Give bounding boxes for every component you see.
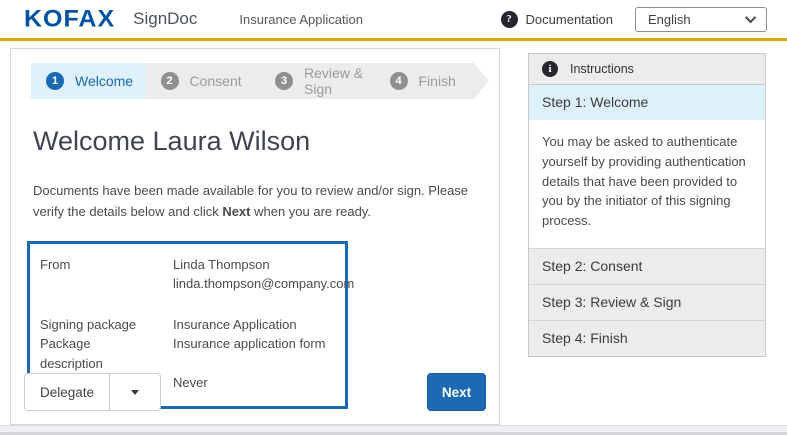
accordion-step4-finish[interactable]: Step 4: Finish bbox=[529, 320, 765, 356]
product-name: SignDoc bbox=[133, 9, 197, 29]
instructions-header: i Instructions bbox=[528, 53, 766, 85]
documentation-link[interactable]: ? Documentation bbox=[501, 11, 613, 28]
detail-row-signing-package: Signing package Insurance Application bbox=[40, 315, 339, 335]
language-select[interactable]: English bbox=[635, 7, 767, 32]
header-package-title: Insurance Application bbox=[239, 12, 363, 27]
delegate-button[interactable]: Delegate bbox=[24, 373, 110, 411]
wizard-step-label: Consent bbox=[190, 73, 242, 89]
instructions-sidebar: i Instructions Step 1: Welcome You may b… bbox=[528, 53, 766, 357]
wizard-step-label: Welcome bbox=[75, 73, 133, 89]
step-number-badge: 2 bbox=[161, 72, 179, 90]
sender-email: linda.thompson@company.com bbox=[173, 274, 354, 294]
signing-main-panel: 1 Welcome 2 Consent 3 Review & Sign 4 Fi… bbox=[10, 48, 500, 425]
accordion-step1-body: You may be asked to authenticate yoursel… bbox=[529, 120, 765, 248]
detail-spacer bbox=[40, 294, 339, 315]
footer-strip bbox=[0, 425, 787, 435]
detail-value: Linda Thompson linda.thompson@company.co… bbox=[173, 255, 354, 294]
instructions-title: Instructions bbox=[570, 62, 634, 76]
sender-name: Linda Thompson bbox=[173, 255, 354, 275]
info-icon: i bbox=[542, 61, 558, 77]
help-question-icon: ? bbox=[501, 11, 518, 28]
step-number-badge: 1 bbox=[46, 72, 64, 90]
detail-label: From bbox=[40, 255, 173, 294]
detail-value: Insurance Application bbox=[173, 315, 339, 335]
intro-text-bold: Next bbox=[222, 204, 250, 219]
language-selected-value: English bbox=[648, 12, 691, 27]
accordion-step2-consent[interactable]: Step 2: Consent bbox=[529, 248, 765, 284]
detail-value: Insurance application form bbox=[173, 334, 339, 373]
step-number-badge: 3 bbox=[275, 72, 293, 90]
wizard-step-finish[interactable]: 4 Finish bbox=[375, 63, 490, 99]
accordion-step1-welcome[interactable]: Step 1: Welcome bbox=[529, 85, 765, 120]
next-button[interactable]: Next bbox=[427, 373, 486, 411]
detail-row-package-description: Package description Insurance applicatio… bbox=[40, 334, 339, 373]
kofax-logo: KOFAX bbox=[24, 5, 115, 33]
detail-label: Signing package bbox=[40, 315, 173, 335]
detail-row-from: From Linda Thompson linda.thompson@compa… bbox=[40, 255, 339, 294]
page-title: Welcome Laura Wilson bbox=[33, 126, 489, 157]
documentation-label: Documentation bbox=[526, 12, 613, 27]
delegate-button-group: Delegate bbox=[24, 373, 161, 411]
wizard-step-welcome[interactable]: 1 Welcome bbox=[31, 63, 146, 99]
action-button-row: Delegate Next bbox=[24, 373, 486, 411]
delegate-dropdown-toggle[interactable] bbox=[109, 373, 161, 411]
step-wizard: 1 Welcome 2 Consent 3 Review & Sign 4 Fi… bbox=[31, 63, 489, 99]
instructions-accordion: Step 1: Welcome You may be asked to auth… bbox=[528, 85, 766, 357]
caret-down-icon bbox=[131, 390, 139, 395]
wizard-step-review-sign[interactable]: 3 Review & Sign bbox=[260, 63, 375, 99]
app-header: KOFAX SignDoc Insurance Application ? Do… bbox=[0, 0, 787, 41]
wizard-step-label: Finish bbox=[419, 73, 456, 89]
wizard-step-label: Review & Sign bbox=[304, 65, 375, 97]
wizard-step-consent[interactable]: 2 Consent bbox=[146, 63, 261, 99]
detail-label: Package description bbox=[40, 334, 173, 373]
intro-text-after: when you are ready. bbox=[251, 204, 371, 219]
accordion-step3-review-sign[interactable]: Step 3: Review & Sign bbox=[529, 284, 765, 320]
intro-text: Documents have been made available for y… bbox=[33, 181, 477, 223]
chevron-down-icon bbox=[745, 12, 756, 23]
step-number-badge: 4 bbox=[390, 72, 408, 90]
